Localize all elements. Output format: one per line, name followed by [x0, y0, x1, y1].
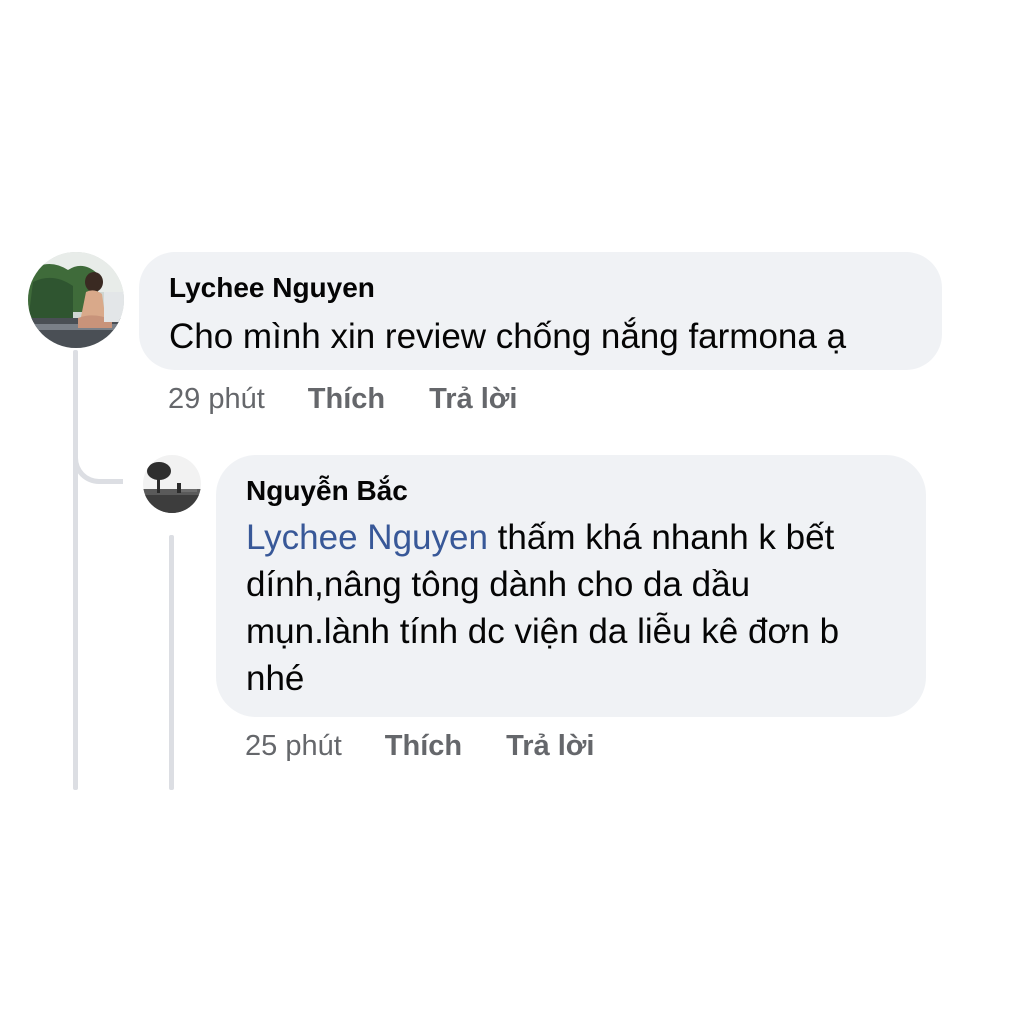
thread-connector: [73, 430, 123, 484]
avatar[interactable]: [28, 252, 124, 348]
reply-button[interactable]: Trả lời: [429, 383, 517, 416]
mention-link[interactable]: Lychee Nguyen: [246, 518, 488, 557]
comment-timestamp[interactable]: 29 phút: [168, 383, 265, 416]
comment-actions: 29 phút Thích Trả lời: [168, 383, 517, 416]
reply-like-button[interactable]: Thích: [385, 730, 462, 763]
reply-thread-line: [169, 535, 174, 790]
thread-line: [73, 350, 78, 790]
reply-author[interactable]: Nguyễn Bắc: [246, 473, 896, 509]
comment-bubble: Lychee Nguyen Cho mình xin review chống …: [139, 252, 942, 370]
comment-author[interactable]: Lychee Nguyen: [169, 270, 912, 306]
comment-text: Cho mình xin review chống nắng farmona ạ: [169, 317, 847, 356]
reply-timestamp[interactable]: 25 phút: [245, 730, 342, 763]
reply-reply-button[interactable]: Trả lời: [506, 730, 594, 763]
comment-thread: Lychee Nguyen Cho mình xin review chống …: [0, 0, 1024, 1024]
reply-bubble: Nguyễn Bắc Lychee Nguyen thấm khá nhanh …: [216, 455, 926, 717]
reply-actions: 25 phút Thích Trả lời: [245, 730, 594, 763]
reply-avatar[interactable]: [143, 455, 201, 513]
like-button[interactable]: Thích: [308, 383, 385, 416]
reply-text: Lychee Nguyen thấm khá nhanh k bết dính,…: [246, 514, 896, 702]
